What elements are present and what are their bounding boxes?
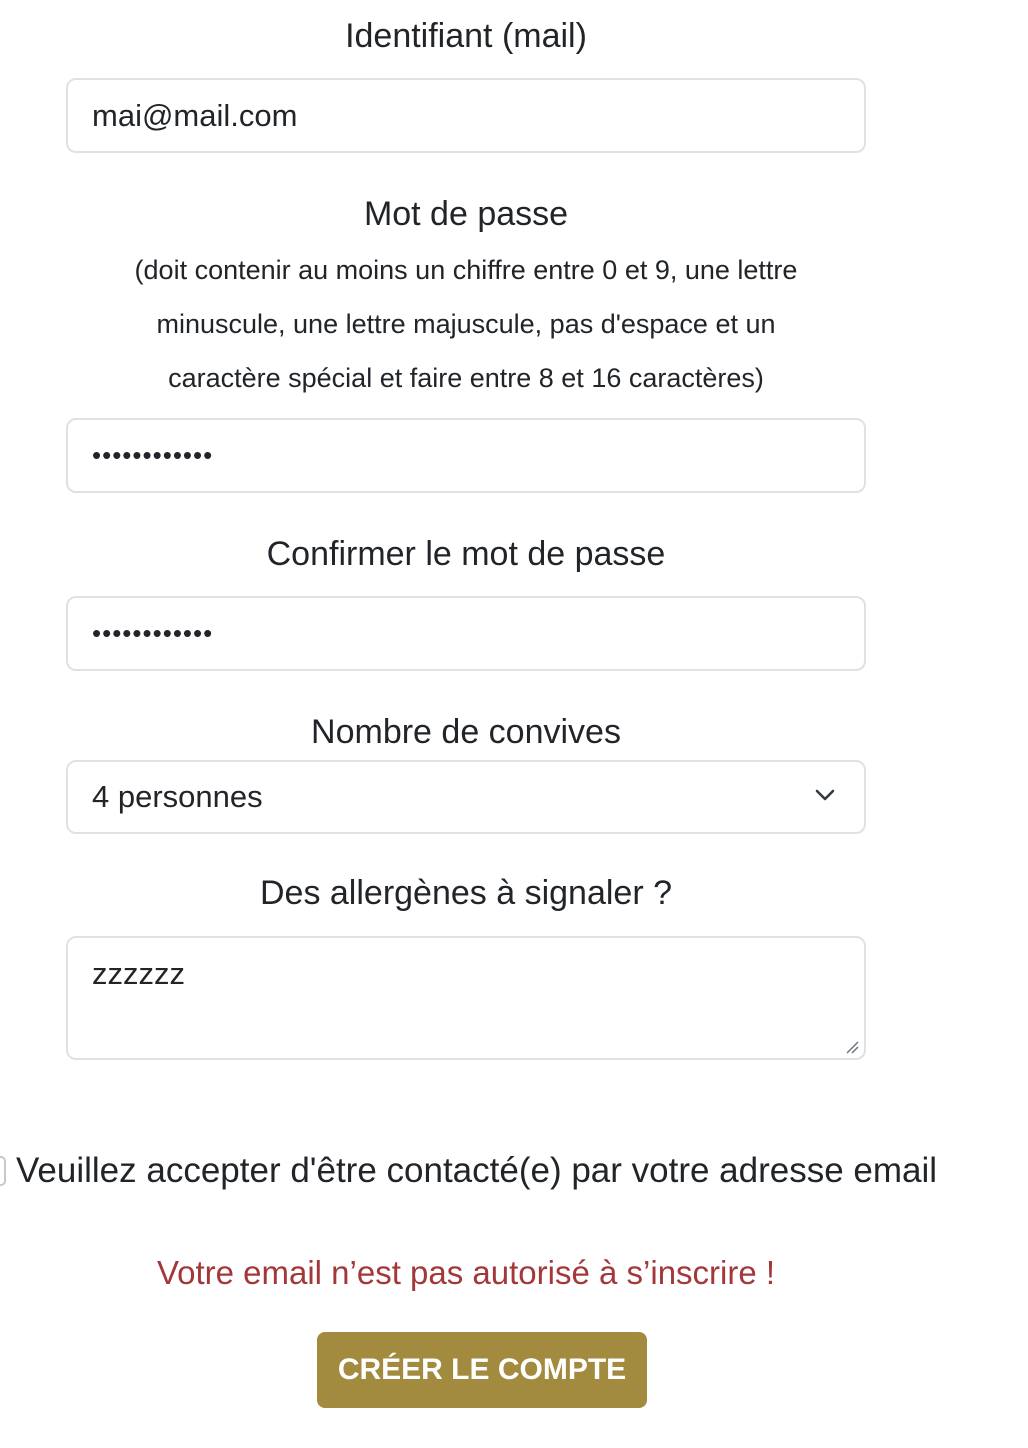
password-hint-line-1: (doit contenir au moins un chiffre entre… bbox=[134, 255, 798, 285]
consent-checkbox[interactable] bbox=[0, 1156, 6, 1186]
password-label: Mot de passe bbox=[363, 195, 569, 233]
consent-label[interactable]: Veuillez accepter d'être contacté(e) par… bbox=[16, 1150, 937, 1192]
error-message: Votre email n’est pas autorisé à s’inscr… bbox=[156, 1254, 776, 1291]
create-account-button[interactable]: Créer le compte bbox=[317, 1332, 647, 1408]
guests-select-value: 4 personnes bbox=[92, 779, 263, 814]
confirm-password-label: Confirmer le mot de passe bbox=[266, 535, 666, 573]
allergens-textarea[interactable]: zzzzzz bbox=[66, 936, 866, 1060]
confirm-password-field[interactable] bbox=[66, 596, 866, 671]
guests-label: Nombre de convives bbox=[311, 713, 621, 751]
password-hint-line-2: minuscule, une lettre majuscule, pas d'e… bbox=[156, 309, 776, 339]
guests-select[interactable]: 4 personnes bbox=[66, 760, 866, 834]
chevron-down-icon bbox=[815, 789, 835, 801]
email-label: Identifiant (mail) bbox=[345, 17, 587, 55]
resize-handle-icon[interactable] bbox=[845, 1040, 859, 1054]
allergens-label: Des allergènes à signaler ? bbox=[259, 874, 673, 912]
password-hint-line-3: caractère spécial et faire entre 8 et 16… bbox=[168, 363, 764, 393]
password-field[interactable] bbox=[66, 418, 866, 493]
email-field[interactable] bbox=[66, 78, 866, 153]
